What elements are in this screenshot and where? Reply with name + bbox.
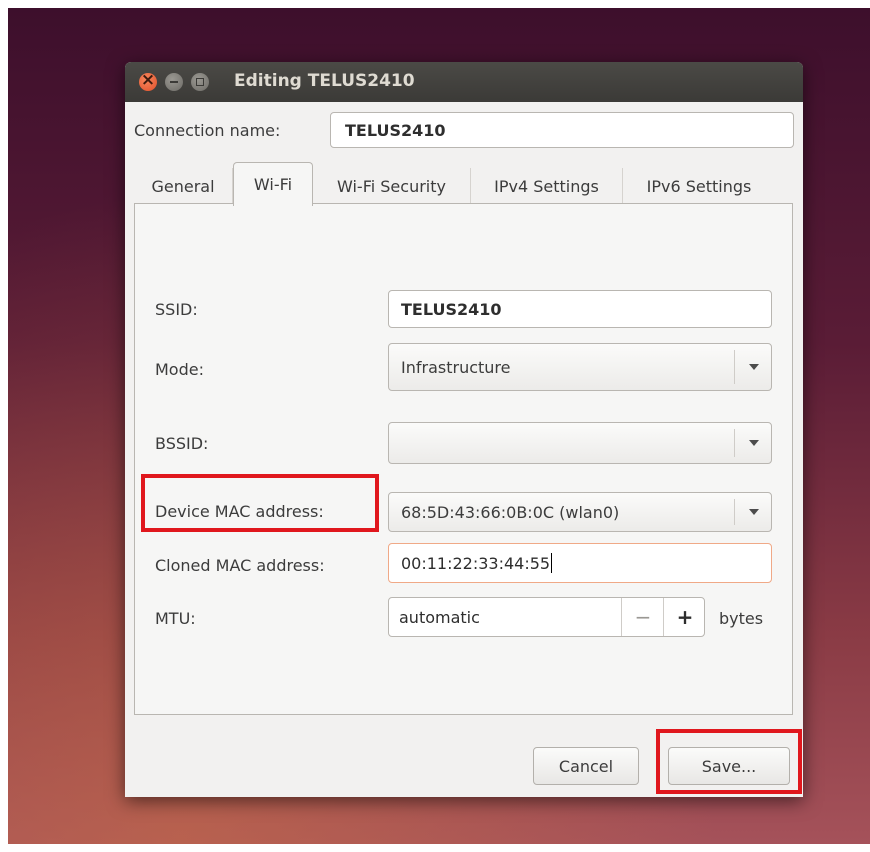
wifi-settings-panel: SSID: TELUS2410 Mode: Infrastructure BSS… bbox=[134, 203, 793, 715]
ssid-input[interactable]: TELUS2410 bbox=[388, 290, 772, 328]
text-cursor bbox=[551, 553, 553, 573]
bssid-dropdown[interactable] bbox=[388, 422, 772, 464]
maximize-window-icon[interactable] bbox=[191, 73, 209, 91]
cloned-mac-value: 00:11:22:33:44:55 bbox=[401, 553, 551, 573]
mtu-label: MTU: bbox=[155, 609, 196, 628]
device-mac-value: 68:5D:43:66:0B:0C (wlan0) bbox=[401, 502, 620, 522]
mtu-decrement-button[interactable]: − bbox=[621, 598, 664, 636]
mtu-unit-label: bytes bbox=[719, 609, 764, 628]
device-mac-dropdown[interactable]: 68:5D:43:66:0B:0C (wlan0) bbox=[388, 492, 772, 532]
plus-icon: + bbox=[676, 605, 694, 629]
mode-dropdown[interactable]: Infrastructure bbox=[388, 343, 772, 391]
tab-general-label: General bbox=[151, 176, 215, 196]
chevron-down-icon bbox=[749, 364, 759, 370]
tab-ipv6-settings[interactable]: IPv6 Settings bbox=[623, 168, 775, 204]
minimize-window-icon[interactable] bbox=[165, 73, 183, 91]
bssid-dropdown-divider bbox=[734, 429, 735, 457]
minus-icon: − bbox=[634, 605, 652, 629]
mode-label: Mode: bbox=[155, 360, 204, 379]
save-button-highlight-box bbox=[656, 729, 802, 794]
mtu-spinbutton[interactable]: automatic − + bbox=[388, 597, 705, 637]
tab-ipv4-settings[interactable]: IPv4 Settings bbox=[471, 168, 623, 204]
cancel-button-label: Cancel bbox=[558, 756, 614, 776]
cloned-mac-highlight-box bbox=[141, 474, 379, 532]
bssid-label: BSSID: bbox=[155, 434, 209, 453]
cancel-button[interactable]: Cancel bbox=[533, 747, 639, 785]
ssid-value: TELUS2410 bbox=[401, 299, 502, 319]
tab-ipv4-settings-label: IPv4 Settings bbox=[494, 176, 599, 196]
close-window-icon[interactable] bbox=[139, 70, 157, 91]
tab-wifi-label: Wi-Fi bbox=[253, 175, 293, 194]
device-mac-dropdown-divider bbox=[734, 499, 735, 525]
tab-ipv6-settings-label: IPv6 Settings bbox=[646, 176, 752, 196]
cloned-mac-label: Cloned MAC address: bbox=[155, 556, 325, 575]
connection-name-value: TELUS2410 bbox=[345, 120, 446, 140]
cloned-mac-input[interactable]: 00:11:22:33:44:55 bbox=[388, 543, 772, 583]
ssid-label: SSID: bbox=[155, 300, 198, 319]
connection-name-label: Connection name: bbox=[134, 121, 281, 140]
tab-wifi-security-label: Wi-Fi Security bbox=[337, 176, 446, 196]
edit-connection-dialog: Editing TELUS2410 Connection name: TELUS… bbox=[125, 62, 803, 797]
tab-general[interactable]: General bbox=[134, 168, 233, 204]
title-bar: Editing TELUS2410 bbox=[125, 62, 803, 102]
tab-wifi[interactable]: Wi-Fi bbox=[233, 162, 313, 206]
tab-wifi-security[interactable]: Wi-Fi Security bbox=[313, 168, 471, 204]
window-title: Editing TELUS2410 bbox=[234, 71, 415, 91]
mtu-increment-button[interactable]: + bbox=[663, 598, 706, 636]
chevron-down-icon bbox=[749, 440, 759, 446]
connection-name-input[interactable]: TELUS2410 bbox=[330, 112, 794, 148]
mtu-value: automatic bbox=[399, 607, 480, 627]
mode-value: Infrastructure bbox=[401, 357, 511, 377]
mode-dropdown-divider bbox=[734, 350, 735, 384]
chevron-down-icon bbox=[749, 509, 759, 515]
